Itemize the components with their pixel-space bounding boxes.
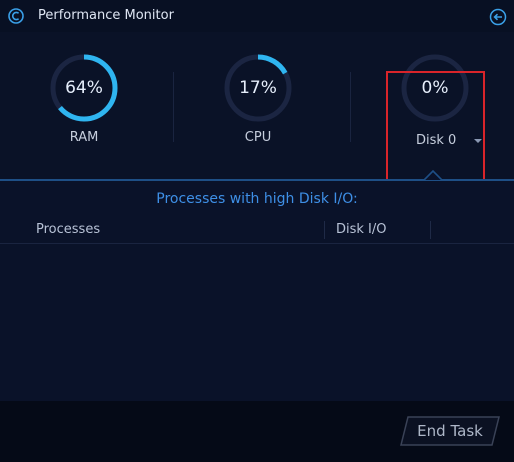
disk-value: 0% [421, 78, 449, 98]
footer-bar: End Task [0, 401, 514, 462]
ram-gauge: 64% [48, 52, 120, 124]
title-bar: Performance Monitor [0, 0, 514, 32]
ram-value: 64% [65, 78, 103, 98]
panel-pointer [424, 170, 442, 181]
end-task-button[interactable]: End Task [400, 416, 500, 446]
cpu-gauge: 17% [222, 52, 294, 124]
gauge-divider [173, 72, 174, 142]
window-title: Performance Monitor [38, 8, 174, 23]
gauge-divider [350, 72, 351, 142]
disk-selector-dropdown[interactable]: Disk 0 [402, 133, 488, 151]
table-header: Processes Disk I/O [0, 217, 514, 244]
column-divider[interactable] [324, 221, 325, 239]
end-task-label: End Task [417, 422, 483, 440]
column-divider[interactable] [430, 221, 431, 239]
column-header-disk-io[interactable]: Disk I/O [336, 222, 387, 237]
disk-gauge: 0% [399, 52, 471, 124]
cpu-label: CPU [244, 130, 272, 145]
performance-monitor-window: Performance Monitor 64% RAM 17% CPU 0% D… [0, 0, 514, 462]
column-header-processes[interactable]: Processes [36, 222, 100, 237]
back-button[interactable] [489, 8, 507, 26]
chevron-down-icon [474, 139, 482, 143]
back-arrow-icon [489, 8, 507, 26]
process-panel: Processes with high Disk I/O: Processes … [0, 181, 514, 401]
gauge-section: 64% RAM 17% CPU 0% Disk 0 [0, 32, 514, 196]
cpu-value: 17% [239, 78, 277, 98]
process-list[interactable] [0, 244, 514, 401]
panel-heading: Processes with high Disk I/O: [156, 191, 358, 207]
ram-label: RAM [69, 130, 99, 145]
disk-label: Disk 0 [416, 133, 457, 148]
app-logo-icon [8, 8, 24, 24]
